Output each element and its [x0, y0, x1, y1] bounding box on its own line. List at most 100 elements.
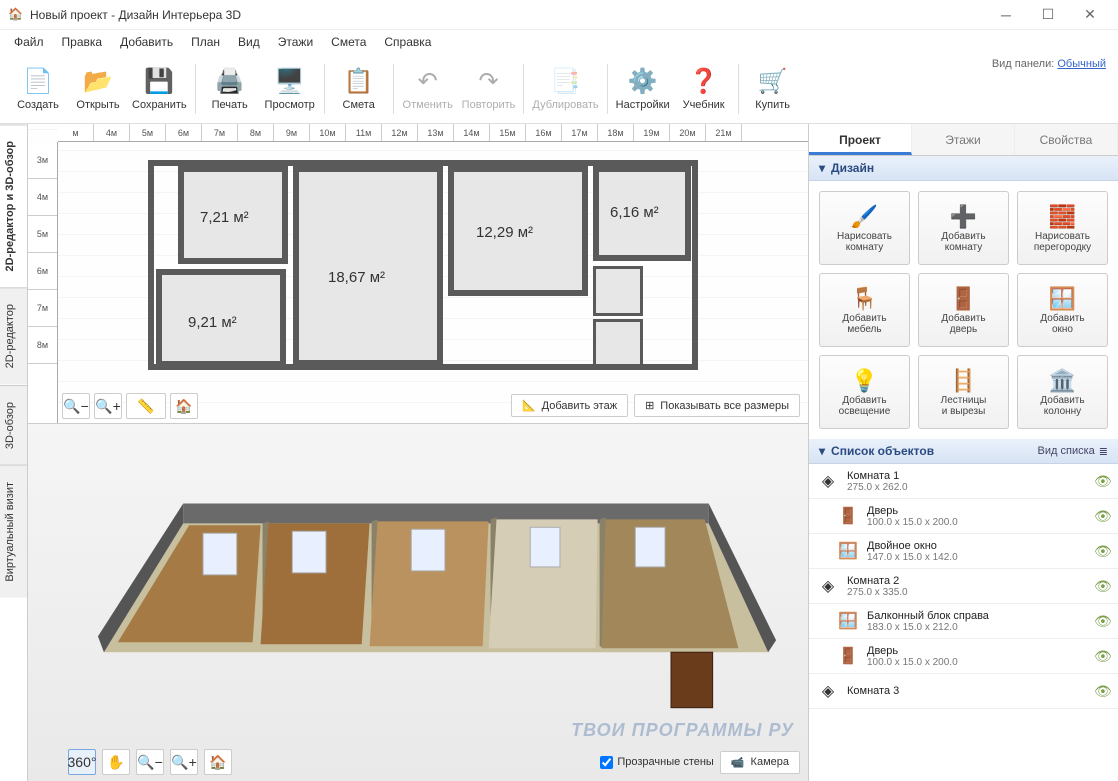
- rtab-свойства[interactable]: Свойства: [1015, 124, 1118, 155]
- menu-этажи[interactable]: Этажи: [270, 33, 321, 51]
- object-list: ◈Комната 1275.0 x 262.0👁🚪Дверь100.0 x 15…: [809, 464, 1118, 781]
- object-row[interactable]: ◈Комната 2275.0 x 335.0👁: [809, 569, 1118, 604]
- menu-вид[interactable]: Вид: [230, 33, 268, 51]
- plan-right-toolbar: 📐Добавить этаж ⊞Показывать все размеры: [511, 394, 800, 417]
- object-row[interactable]: 🚪Дверь100.0 x 15.0 x 200.0👁: [809, 499, 1118, 534]
- object-icon: ◈: [817, 678, 839, 704]
- toolbar-повторить: ↷Повторить: [458, 59, 520, 119]
- gridtool-нарисовать-комнату[interactable]: 🖌️Нарисовать комнату: [819, 191, 910, 265]
- room-2[interactable]: [293, 166, 443, 366]
- menu-справка[interactable]: Справка: [376, 33, 439, 51]
- visibility-icon[interactable]: 👁: [1094, 648, 1110, 665]
- object-icon: ◈: [817, 468, 839, 494]
- gridtool-icon: 🪟: [1049, 285, 1076, 313]
- gridtool-добавить-окно[interactable]: 🪟Добавить окно: [1017, 273, 1108, 347]
- floorplan[interactable]: 7,21 м² 18,67 м² 12,29 м² 6,16 м² 9,21 м…: [148, 154, 698, 374]
- zoom-out-3d-button[interactable]: 🔍−: [136, 749, 164, 775]
- room-5-area: 9,21 м²: [188, 314, 237, 331]
- maximize-button[interactable]: ☐: [1028, 1, 1068, 29]
- object-row[interactable]: 🪟Двойное окно147.0 x 15.0 x 142.0👁: [809, 534, 1118, 569]
- rotate-360-button[interactable]: 360°: [68, 749, 96, 775]
- учебник-icon: ❓: [689, 67, 719, 97]
- object-icon: 🚪: [837, 643, 859, 669]
- object-row[interactable]: ◈Комната 1275.0 x 262.0👁: [809, 464, 1118, 499]
- toolbar-печать[interactable]: 🖨️Печать: [200, 59, 260, 119]
- gridtool-добавить-комнату[interactable]: ➕Добавить комнату: [918, 191, 1009, 265]
- menu-смета[interactable]: Смета: [323, 33, 374, 51]
- room-small-2[interactable]: [593, 319, 643, 367]
- show-dimensions-button[interactable]: ⊞Показывать все размеры: [634, 394, 800, 417]
- sidetab-0[interactable]: 2D-редактор и 3D-обзор: [0, 124, 27, 287]
- rtab-проект[interactable]: Проект: [809, 124, 912, 155]
- ruler-horizontal: м4м5м6м7м8м9м10м11м12м13м14м15м16м17м18м…: [58, 124, 808, 142]
- gridtool-добавить-дверь[interactable]: 🚪Добавить дверь: [918, 273, 1009, 347]
- minimize-button[interactable]: ─: [986, 1, 1026, 29]
- zoom-out-button[interactable]: 🔍−: [62, 393, 90, 419]
- close-button[interactable]: ✕: [1070, 1, 1110, 29]
- gridtool-добавить-колонну[interactable]: 🏛️Добавить колонну: [1017, 355, 1108, 429]
- plan-toolbar: 🔍− 🔍+ 📏 🏠: [62, 393, 198, 419]
- panel-mode-link[interactable]: Обычный: [1057, 58, 1106, 70]
- object-row[interactable]: 🚪Дверь100.0 x 15.0 x 200.0👁: [809, 639, 1118, 674]
- main-toolbar: 📄Создать📂Открыть💾Сохранить🖨️Печать🖥️Прос…: [0, 54, 1118, 124]
- visibility-icon[interactable]: 👁: [1094, 613, 1110, 630]
- menu-правка[interactable]: Правка: [54, 33, 111, 51]
- zoom-in-button[interactable]: 🔍+: [94, 393, 122, 419]
- gridtool-нарисовать-перегородку[interactable]: 🧱Нарисовать перегородку: [1017, 191, 1108, 265]
- canvas-area: м4м5м6м7м8м9м10м11м12м13м14м15м16м17м18м…: [28, 124, 808, 781]
- gridtool-icon: 🪜: [950, 367, 977, 395]
- toolbar-смета[interactable]: 📋Смета: [329, 59, 389, 119]
- design-tool-grid: 🖌️Нарисовать комнату➕Добавить комнату🧱На…: [809, 181, 1118, 439]
- add-floor-button[interactable]: 📐Добавить этаж: [511, 394, 628, 417]
- side-tabs: 2D-редактор и 3D-обзор2D-редактор3D-обзо…: [0, 124, 28, 781]
- toolbar-отменить: ↶Отменить: [398, 59, 458, 119]
- view-3d-viewport[interactable]: 360° ✋ 🔍− 🔍+ 🏠 Прозрачные стены 📹Камера …: [28, 424, 808, 781]
- toolbar-создать[interactable]: 📄Создать: [8, 59, 68, 119]
- toolbar-настройки[interactable]: ⚙️Настройки: [612, 59, 674, 119]
- sidetab-2[interactable]: 3D-обзор: [0, 385, 27, 465]
- measure-button[interactable]: 📏: [126, 393, 166, 419]
- visibility-icon[interactable]: 👁: [1094, 543, 1110, 560]
- menu-добавить[interactable]: Добавить: [112, 33, 181, 51]
- object-row[interactable]: 🪟Балконный блок справа183.0 x 15.0 x 212…: [809, 604, 1118, 639]
- pan-button[interactable]: ✋: [102, 749, 130, 775]
- toolbar-купить[interactable]: 🛒Купить: [743, 59, 803, 119]
- sidetab-3[interactable]: Виртуальный визит: [0, 465, 27, 598]
- дублировать-icon: 📑: [551, 67, 581, 97]
- menu-план[interactable]: План: [183, 33, 228, 51]
- view3d-toolbar: 360° ✋ 🔍− 🔍+ 🏠 Прозрачные стены 📹Камера: [68, 749, 800, 775]
- visibility-icon[interactable]: 👁: [1094, 683, 1110, 700]
- gridtool-icon: 🖌️: [851, 203, 878, 231]
- сохранить-icon: 💾: [144, 67, 174, 97]
- gridtool-icon: 🪑: [851, 285, 878, 313]
- gridtool-лестницы-и-вырезы[interactable]: 🪜Лестницы и вырезы: [918, 355, 1009, 429]
- visibility-icon[interactable]: 👁: [1094, 473, 1110, 490]
- visibility-icon[interactable]: 👁: [1094, 508, 1110, 525]
- layers-icon: 📐: [522, 399, 536, 412]
- right-panel: ПроектЭтажиСвойства ▾ Дизайн 🖌️Нарисоват…: [808, 124, 1118, 781]
- visibility-icon[interactable]: 👁: [1094, 578, 1110, 595]
- настройки-icon: ⚙️: [628, 67, 658, 97]
- toolbar-учебник[interactable]: ❓Учебник: [674, 59, 734, 119]
- transparent-walls-checkbox[interactable]: Прозрачные стены: [600, 756, 713, 769]
- camera-button[interactable]: 📹Камера: [720, 751, 800, 774]
- home-button[interactable]: 🏠: [170, 393, 198, 419]
- app-icon: 🏠: [8, 7, 24, 23]
- gridtool-добавить-освещение[interactable]: 💡Добавить освещение: [819, 355, 910, 429]
- отменить-icon: ↶: [413, 67, 443, 97]
- gridtool-добавить-мебель[interactable]: 🪑Добавить мебель: [819, 273, 910, 347]
- toolbar-открыть[interactable]: 📂Открыть: [68, 59, 128, 119]
- menu-файл[interactable]: Файл: [6, 33, 52, 51]
- list-mode-button[interactable]: Вид списка ≣: [1038, 445, 1108, 458]
- toolbar-сохранить[interactable]: 💾Сохранить: [128, 59, 191, 119]
- room-small-1[interactable]: [593, 266, 643, 316]
- plan-2d-viewport[interactable]: м4м5м6м7м8м9м10м11м12м13м14м15м16м17м18м…: [28, 124, 808, 424]
- object-icon: 🪟: [837, 608, 859, 634]
- zoom-in-3d-button[interactable]: 🔍+: [170, 749, 198, 775]
- toolbar-просмотр[interactable]: 🖥️Просмотр: [260, 59, 320, 119]
- home-3d-button[interactable]: 🏠: [204, 749, 232, 775]
- sidetab-1[interactable]: 2D-редактор: [0, 287, 27, 384]
- gridtool-icon: 🚪: [950, 285, 977, 313]
- rtab-этажи[interactable]: Этажи: [912, 124, 1015, 155]
- object-row[interactable]: ◈Комната 3👁: [809, 674, 1118, 709]
